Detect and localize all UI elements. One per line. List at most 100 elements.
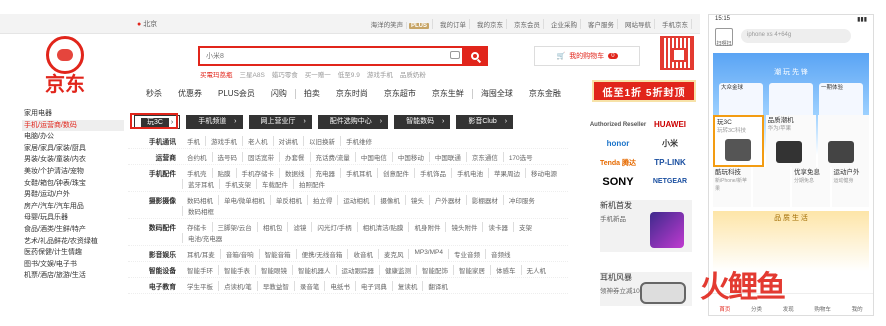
tab-discover[interactable]: 发现 [783,305,794,313]
subcategory-link[interactable]: 体感车 [490,265,521,275]
subcategory-link[interactable]: 收音机 [347,249,378,259]
hotword[interactable]: 买電玛荔瓶 [200,69,233,79]
subcategory-link[interactable]: 学生平板 [182,281,218,291]
brand-apple[interactable]: Authorized Reseller [590,115,646,134]
subcategory-label[interactable]: 电子教育 [128,281,182,291]
subcategory-link[interactable]: 合约机 [182,152,212,162]
category-item[interactable]: 母婴/玩具乐器 [22,212,124,224]
category-item[interactable]: 艺术/礼品鲜花/农资绿植 [22,236,124,248]
subcategory-link[interactable]: 拍立得 [306,195,338,205]
subcategory-link[interactable]: 户外器材 [428,195,466,205]
subcategory-link[interactable]: 车载配件 [256,179,293,189]
subcategory-label[interactable]: 手机通讯 [128,136,182,146]
brand-tenda[interactable]: Tenda 腾达 [592,153,644,172]
subcategory-label[interactable]: 智能设备 [128,265,182,275]
subcategory-link[interactable]: 充话费/流量 [309,152,355,162]
category-item[interactable]: 机票/酒店/旅游/生活 [22,270,124,282]
mobile-cell-3c[interactable]: 玩3C 玩转3C科技 [713,115,764,167]
mobile-cell-phones[interactable]: 品质潮机 华为/苹果 [765,115,817,167]
category-item[interactable]: 男鞋/运动/户外 [22,189,124,201]
subcategory-link[interactable]: 数码相机 [182,195,218,205]
category-item[interactable]: 家居/家具/家装/厨具 [22,143,124,155]
subcategory-link[interactable]: 游戏手机 [205,136,242,146]
mobile-cell-cool-tech[interactable]: 酷玩科技 新iPhone/新苹果 [713,167,751,207]
subcategory-link[interactable]: 选号码 [211,152,243,162]
nav-fashion[interactable]: 京东时尚 [328,88,376,99]
subcategory-link[interactable]: 智能配饰 [416,265,453,275]
subcategory-link[interactable]: 智能音箱 [258,249,296,259]
subcategory-link[interactable]: 数据线 [279,168,310,178]
subcategory-label[interactable]: 运营商 [128,152,182,162]
brand-tplink[interactable]: TP-LINK [644,153,696,172]
subcategory-link[interactable]: 读卡器 [482,222,513,232]
hotword[interactable]: 买一赠一 [305,69,331,79]
subcategory-link[interactable]: 麦克风 [377,249,409,259]
subcategory-link[interactable]: 对讲机 [272,136,304,146]
subcategory-label[interactable]: 数码配件 [128,222,182,232]
subcategory-link[interactable]: 智能手环 [182,265,218,275]
subcategory-link[interactable]: 蓝牙耳机 [182,179,219,189]
subcategory-label[interactable]: 摄影摄像 [128,195,182,205]
mobile-cell-headphones[interactable] [752,167,790,207]
brand-netgear[interactable]: NETGEAR [644,172,696,191]
subcategory-link[interactable]: 苹果周边 [488,168,525,178]
promo-banner[interactable]: 低至1折 5折封顶 [592,80,696,102]
subcategory-link[interactable]: 拍照配件 [293,179,330,189]
subcategory-link[interactable]: 点读机/笔 [218,281,257,291]
subcategory-link[interactable]: 单电/微单相机 [218,195,270,205]
subcategory-link[interactable]: 机身附件 [408,222,445,232]
search-button[interactable] [462,46,488,66]
top-nav-member[interactable]: 京东会员 [511,19,544,29]
subcategory-link[interactable]: 运动跟踪器 [335,265,380,275]
subcategory-link[interactable]: 移动电源 [525,168,562,178]
subcategory-link[interactable]: 老人机 [242,136,273,146]
subcategory-link[interactable]: 录音笔 [293,281,325,291]
top-nav-enterprise[interactable]: 企业采购 [548,19,581,29]
nav-finance[interactable]: 京东金融 [521,88,569,99]
nav-plus[interactable]: PLUS会员 [210,88,263,99]
subcategory-link[interactable]: 手机电池 [451,168,488,178]
subcategory-link[interactable]: 手机壳 [182,168,212,178]
subcategory-link[interactable]: 手机饰品 [414,168,451,178]
subcategory-link[interactable]: 中国联通 [428,152,466,162]
subcategory-link[interactable]: 电纸书 [324,281,355,291]
subcategory-link[interactable]: 以旧换新 [303,136,340,146]
top-nav-mobile[interactable]: 手机京东 [659,19,692,29]
channel-telecom[interactable]: 网上营业厅 › [248,115,312,129]
subcategory-link[interactable]: 便携/无线音箱 [295,249,348,259]
category-item[interactable]: 电脑/办公 [22,131,124,143]
subcategory-link[interactable]: 健康监测 [379,265,416,275]
subcategory-link[interactable]: 无人机 [520,265,552,275]
subcategory-link[interactable]: 中国电信 [354,152,392,162]
hotword[interactable]: 低至9.9 [338,69,360,79]
subcategory-link[interactable]: 智能眼镜 [255,265,292,275]
hotword[interactable]: 三星A8S [240,69,265,79]
subcategory-label[interactable]: 手机配件 [128,168,182,178]
subcategory-link[interactable]: 镜头 [404,195,429,205]
channel-smart-digital[interactable]: 智能数码 › [394,115,451,129]
category-item[interactable]: 房产/汽车/汽车用品 [22,201,124,213]
camera-icon[interactable] [450,51,460,59]
subcategory-link[interactable]: 镜头附件 [445,222,482,232]
channel-av-club[interactable]: 影音Club › [456,115,514,129]
hotword[interactable]: 品质奶粉 [400,69,426,79]
subcategory-link[interactable]: 170选号 [502,152,538,162]
mobile-cell-device[interactable] [818,115,869,167]
scan-icon[interactable]: 扫啊扫 [715,28,733,47]
category-item[interactable]: 图书/文娱/电子书 [22,259,124,271]
subcategory-link[interactable]: 手机维修 [340,136,377,146]
nav-coupon[interactable]: 优惠券 [170,88,210,99]
subcategory-link[interactable]: 电池/充电器 [182,233,227,243]
category-item[interactable]: 医药保健/计生情趣 [22,247,124,259]
subcategory-link[interactable]: 电子词典 [354,281,392,291]
nav-fresh[interactable]: 京东生鲜 [424,88,472,99]
subcategory-link[interactable]: 存储卡 [182,222,212,232]
subcategory-link[interactable]: 摄像机 [374,195,405,205]
top-nav-user[interactable]: 海洋的笑声 PLUS [365,19,433,29]
jd-logo[interactable]: 京东 [30,36,100,100]
tab-home[interactable]: 首页 [719,305,730,313]
subcategory-link[interactable]: 创意配件 [377,168,414,178]
mobile-cell-interest-free[interactable]: 优享免息 分期免息 [792,167,830,207]
category-item[interactable]: 美妆/个护清洁/宠物 [22,166,124,178]
nav-global[interactable]: 海囤全球 [473,88,521,99]
